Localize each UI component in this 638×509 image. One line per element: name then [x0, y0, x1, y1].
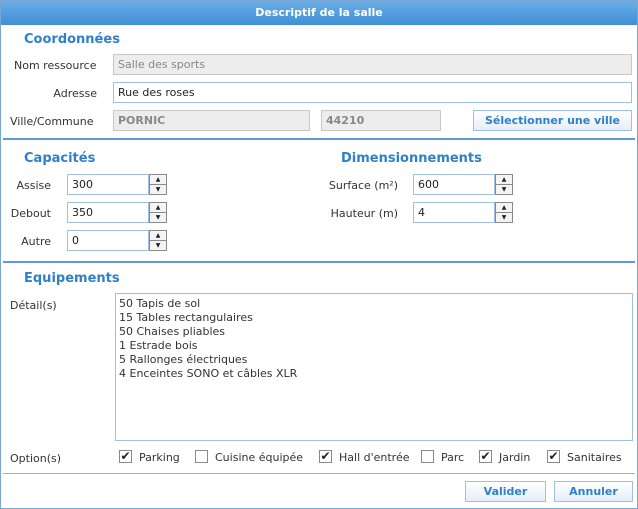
triangle-down-icon[interactable]: ▼ [150, 185, 166, 194]
option-label: Jardin [499, 451, 531, 464]
triangle-up-icon[interactable]: ▲ [150, 203, 166, 213]
dialog-title: Descriptif de la salle [1, 1, 637, 25]
debout-label: Debout [10, 207, 51, 220]
detail-line: 5 Rallonges électriques [119, 353, 248, 366]
check-icon: ✔ [480, 449, 491, 463]
section-divider [3, 261, 635, 263]
hauteur-input[interactable]: 4 [413, 202, 495, 223]
triangle-up-icon[interactable]: ▲ [496, 203, 512, 213]
nom-ressource-label: Nom ressource [14, 59, 97, 72]
room-description-dialog: Descriptif de la salle Coordonnées Nom r… [0, 0, 638, 509]
detail-line: 50 Tapis de sol [119, 297, 201, 310]
detail-label: Détail(s) [10, 299, 57, 312]
option-checkbox-parc[interactable] [421, 450, 434, 463]
debout-input[interactable]: 350 [67, 202, 149, 223]
option-label: Cuisine équipée [215, 451, 304, 464]
surface-input[interactable]: 600 [413, 174, 495, 195]
check-icon: ✔ [548, 449, 559, 463]
dimensionnements-heading: Dimensionnements [341, 151, 482, 166]
detail-textarea[interactable]: 50 Tapis de sol 15 Tables rectangulaires… [115, 293, 633, 441]
triangle-down-icon[interactable]: ▼ [150, 213, 166, 222]
option-label: Parking [139, 451, 180, 464]
nom-ressource-input[interactable]: Salle des sports [113, 54, 632, 75]
autre-label: Autre [21, 235, 51, 248]
option-checkbox-jardin[interactable]: ✔ [479, 450, 492, 463]
triangle-down-icon[interactable]: ▼ [496, 213, 512, 222]
triangle-up-icon[interactable]: ▲ [150, 175, 166, 185]
options-label: Option(s) [10, 452, 62, 465]
option-label: Sanitaires [567, 451, 622, 464]
footer-divider [3, 473, 635, 474]
coordonnees-heading: Coordonnées [24, 32, 120, 47]
detail-line: 15 Tables rectangulaires [119, 311, 253, 324]
autre-input[interactable]: 0 [67, 230, 149, 251]
hauteur-spinner[interactable]: ▲ ▼ [495, 202, 513, 223]
triangle-up-icon[interactable]: ▲ [150, 231, 166, 241]
option-checkbox-cuisine[interactable] [195, 450, 208, 463]
check-icon: ✔ [320, 449, 331, 463]
triangle-up-icon[interactable]: ▲ [496, 175, 512, 185]
code-postal-input[interactable]: 44210 [321, 110, 441, 131]
equipements-heading: Equipements [24, 271, 120, 286]
detail-line: 50 Chaises pliables [119, 325, 226, 338]
section-divider [3, 138, 635, 140]
assise-input[interactable]: 300 [67, 174, 149, 195]
ville-label: Ville/Commune [10, 115, 94, 128]
detail-line: 1 Estrade bois [119, 339, 198, 352]
option-checkbox-parking[interactable]: ✔ [119, 450, 132, 463]
ville-input[interactable]: PORNIC [113, 110, 310, 131]
cancel-button[interactable]: Annuler [554, 481, 633, 502]
surface-spinner[interactable]: ▲ ▼ [495, 174, 513, 195]
select-city-button[interactable]: Sélectionner une ville [473, 110, 632, 131]
capacites-heading: Capacités [24, 151, 96, 166]
option-checkbox-hall[interactable]: ✔ [319, 450, 332, 463]
autre-spinner[interactable]: ▲ ▼ [149, 230, 167, 251]
triangle-down-icon[interactable]: ▼ [496, 185, 512, 194]
hauteur-label: Hauteur (m) [330, 207, 398, 220]
detail-line: 4 Enceintes SONO et câbles XLR [119, 367, 298, 380]
debout-spinner[interactable]: ▲ ▼ [149, 202, 167, 223]
assise-spinner[interactable]: ▲ ▼ [149, 174, 167, 195]
surface-label: Surface (m²) [328, 179, 398, 192]
check-icon: ✔ [120, 449, 131, 463]
triangle-down-icon[interactable]: ▼ [150, 241, 166, 250]
option-checkbox-sanitaires[interactable]: ✔ [547, 450, 560, 463]
validate-button[interactable]: Valider [465, 481, 546, 502]
option-label: Hall d'entrée [339, 451, 410, 464]
adresse-label: Adresse [53, 87, 97, 100]
adresse-input[interactable]: Rue des roses [113, 82, 632, 103]
option-label: Parc [441, 451, 465, 464]
assise-label: Assise [16, 179, 51, 192]
